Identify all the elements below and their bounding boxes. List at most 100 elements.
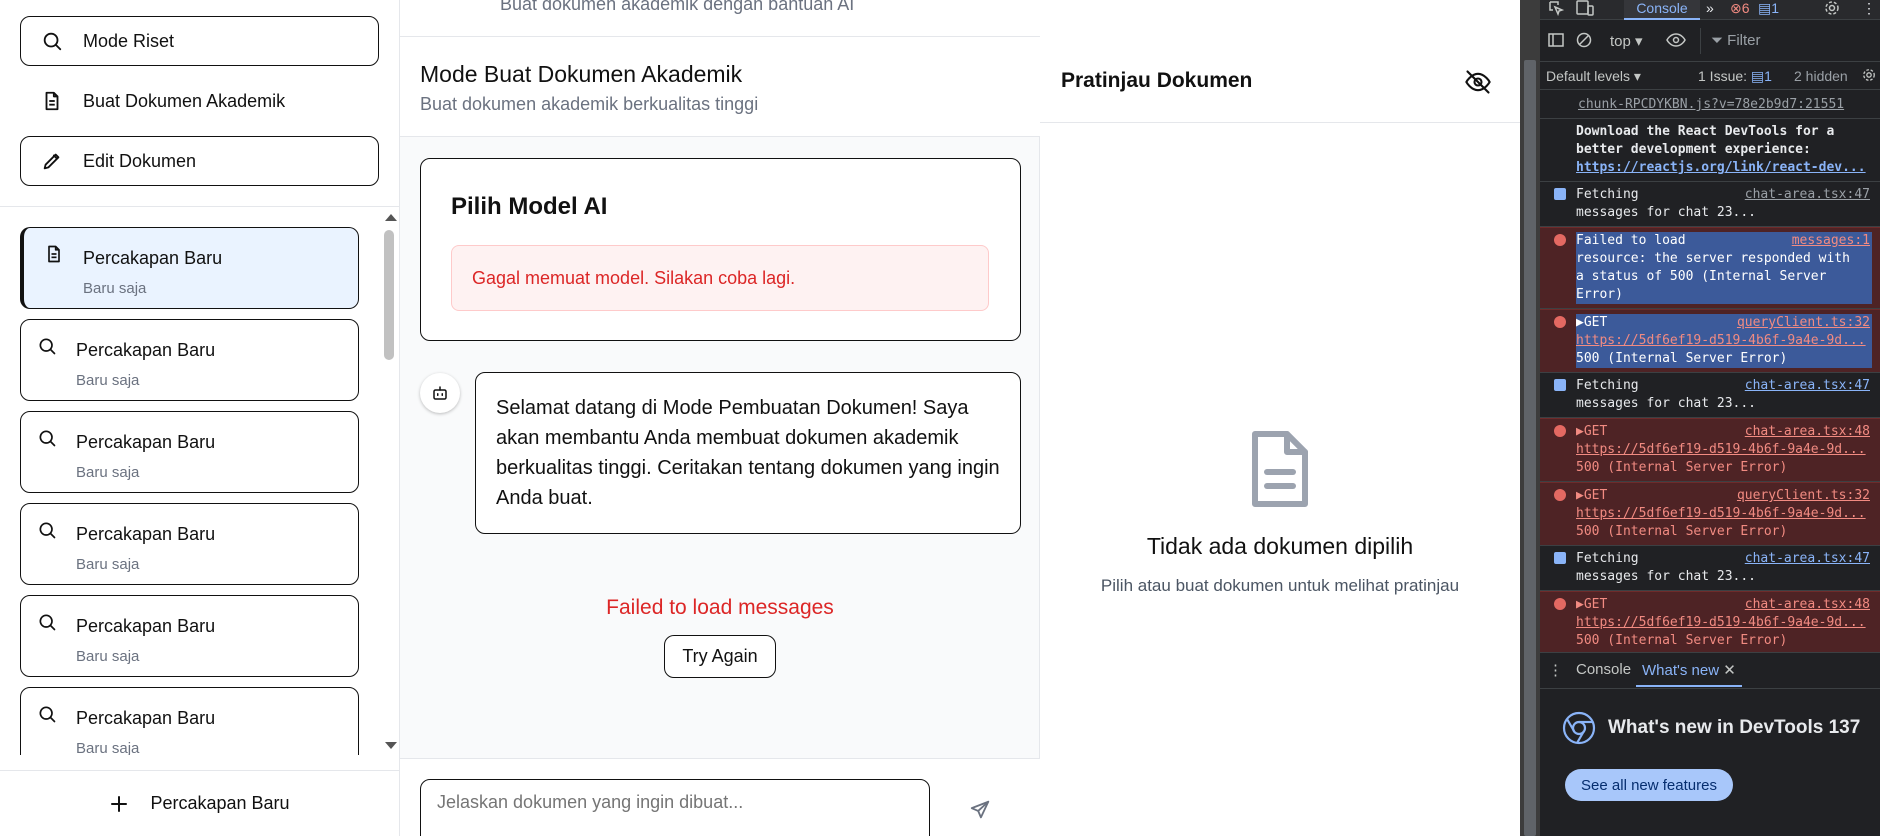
mode-research-button[interactable]: Mode Riset	[20, 16, 379, 66]
error-count-badge[interactable]: ⊗6	[1730, 0, 1750, 17]
chat-item-time: Baru saja	[76, 648, 140, 665]
log-link[interactable]: https://reactjs.org/link/react-dev...	[1576, 159, 1872, 177]
message-count: 1	[1771, 0, 1780, 16]
drawer-tabbar: ⋮ Console What's new ✕	[1540, 653, 1880, 689]
filter-input[interactable]: ⏷ Filter	[1700, 28, 1876, 54]
chat-item-time: Baru saja	[76, 372, 140, 389]
error-count: 6	[1741, 0, 1750, 16]
log-source-link[interactable]: chat-area.tsx:48	[1745, 423, 1870, 441]
file-text-icon	[44, 244, 64, 264]
kebab-menu-icon[interactable]: ⋮	[1862, 0, 1876, 17]
chat-list-scrollbar[interactable]	[380, 210, 398, 755]
new-chat-label: Percakapan Baru	[150, 793, 290, 813]
close-icon[interactable]: ✕	[1723, 662, 1736, 679]
chat-item[interactable]: Percakapan Baru Baru saja	[20, 595, 359, 677]
message-count-badge[interactable]: ▤1	[1758, 0, 1779, 17]
mode-create-document-button[interactable]: Buat Dokumen Akademik	[20, 76, 379, 126]
more-tabs-icon[interactable]: »	[1706, 0, 1714, 16]
eye-off-icon[interactable]	[1464, 68, 1492, 96]
page-subtitle: Buat dokumen akademik berkualitas tinggi	[420, 94, 759, 114]
chat-item[interactable]: Percakapan Baru Baru saja	[20, 503, 359, 585]
console-toolbar-levels: Default levels ▾ 1 Issue: ▤1 2 hidden	[1540, 62, 1880, 90]
scroll-down-arrow-icon[interactable]	[385, 742, 397, 749]
file-text-icon	[41, 90, 63, 112]
send-button[interactable]	[965, 795, 995, 825]
new-chat-button[interactable]: Percakapan Baru	[0, 770, 400, 836]
mode-edit-document-label: Edit Dokumen	[83, 150, 197, 171]
log-source-link[interactable]: chat-area.tsx:47	[1745, 377, 1870, 395]
info-icon	[1554, 188, 1566, 200]
log-link[interactable]: https://5df6ef19-d519-4b6f-9a4e-9d...	[1576, 441, 1872, 459]
filter-placeholder: Filter	[1727, 32, 1761, 49]
log-tail: 500 (Internal Server Error)	[1576, 524, 1788, 539]
log-entry-info: Fetching messages for chat 23... chat-are…	[1540, 546, 1880, 591]
chat-item-active[interactable]: Percakapan Baru Baru saja	[20, 227, 359, 309]
sidebar-toggle-icon[interactable]	[1548, 32, 1564, 48]
issues-label: 1 Issue:	[1698, 68, 1748, 84]
model-select-card: Pilih Model AI Gagal memuat model. Silak…	[420, 158, 1021, 341]
clear-console-icon[interactable]	[1576, 32, 1592, 48]
log-entry-error: ▶GET https://5df6ef19-d519-4b6f-9a4e-9d..…	[1540, 482, 1880, 546]
chat-item-time: Baru saja	[76, 556, 140, 573]
devtools-resize-bar[interactable]	[1520, 0, 1540, 836]
info-icon	[1554, 379, 1566, 391]
error-icon	[1554, 598, 1566, 610]
log-link[interactable]: https://5df6ef19-d519-4b6f-9a4e-9d...	[1576, 505, 1872, 523]
log-entry-info: Fetching messages for chat 23... chat-are…	[1540, 373, 1880, 418]
try-again-button[interactable]: Try Again	[664, 635, 776, 678]
chat-item[interactable]: Percakapan Baru Baru saja	[20, 411, 359, 493]
model-error-alert: Gagal memuat model. Silakan coba lagi.	[451, 245, 989, 311]
log-source-link[interactable]: chat-area.tsx:47	[1745, 186, 1870, 204]
devtools-panel: Console » ⊗6 ▤1 ⋮ top ▾ ⏷ Filter Default…	[1520, 0, 1880, 836]
chat-item-title: Percakapan Baru	[76, 524, 216, 544]
drawer-menu-icon[interactable]: ⋮	[1548, 661, 1563, 679]
device-toggle-icon[interactable]	[1576, 0, 1594, 16]
issues-link[interactable]: 1 Issue: ▤1	[1698, 68, 1772, 85]
mode-edit-document-button[interactable]: Edit Dokumen	[20, 136, 379, 186]
log-link[interactable]: https://5df6ef19-d519-4b6f-9a4e-9d...	[1576, 332, 1872, 350]
devtools-drawer: ⋮ Console What's new ✕ What's new in Dev…	[1540, 652, 1880, 836]
bot-icon	[431, 384, 449, 402]
log-source-link[interactable]: chat-area.tsx:47	[1745, 550, 1870, 568]
error-icon	[1554, 489, 1566, 501]
log-source-link[interactable]: messages:1	[1792, 232, 1870, 250]
devtools-resize-handle[interactable]	[1524, 60, 1536, 836]
top-strip: Buat dokumen akademik dengan bantuan AI	[400, 0, 1040, 37]
log-tail: 500 (Internal Server Error)	[1576, 460, 1788, 475]
mode-create-document-label: Buat Dokumen Akademik	[83, 90, 286, 111]
chat-item[interactable]: Percakapan Baru Baru saja	[20, 319, 359, 401]
eye-icon[interactable]	[1666, 32, 1686, 48]
chat-item-title: Percakapan Baru	[76, 340, 216, 360]
load-error-text: Failed to load messages	[606, 596, 834, 619]
log-source-link[interactable]: chat-area.tsx:48	[1745, 596, 1870, 614]
chat-item-title: Percakapan Baru	[76, 432, 216, 452]
top-strip-text: Buat dokumen akademik dengan bantuan AI	[500, 0, 855, 14]
drawer-tab-console[interactable]: Console	[1576, 661, 1631, 678]
drawer-tab-whatsnew[interactable]: What's new ✕	[1636, 653, 1742, 687]
info-icon	[1554, 552, 1566, 564]
context-select[interactable]: top ▾	[1610, 32, 1643, 50]
scroll-up-arrow-icon[interactable]	[385, 214, 397, 221]
log-tail: 500 (Internal Server Error)	[1576, 633, 1788, 648]
gear-icon[interactable]	[1824, 0, 1840, 16]
inspect-icon[interactable]	[1548, 0, 1564, 16]
tab-console[interactable]: Console	[1624, 0, 1700, 20]
log-text[interactable]: chunk-RPCDYKBN.js?v=78e2b9d7:21551	[1578, 97, 1844, 112]
chrome-devtools-logo-icon	[1562, 711, 1596, 745]
log-source-link[interactable]: queryClient.ts:32	[1737, 314, 1870, 332]
log-source-link[interactable]: queryClient.ts:32	[1737, 487, 1870, 505]
log-entry: chunk-RPCDYKBN.js?v=78e2b9d7:21551	[1540, 92, 1880, 119]
log-link[interactable]: https://5df6ef19-d519-4b6f-9a4e-9d...	[1576, 614, 1872, 632]
chat-input[interactable]	[420, 779, 930, 836]
scrollbar-thumb[interactable]	[384, 230, 394, 360]
log-levels-select[interactable]: Default levels ▾	[1546, 68, 1641, 85]
search-icon	[37, 336, 57, 356]
log-text: Download the React DevTools for a better…	[1576, 124, 1835, 157]
chat-item[interactable]: Percakapan Baru Baru saja	[20, 687, 359, 755]
document-preview-panel: Pratinjau Dokumen Tidak ada dokumen dipi…	[1040, 0, 1520, 836]
log-entry-error: ▶GET https://5df6ef19-d519-4b6f-9a4e-9d..…	[1540, 418, 1880, 482]
bot-avatar	[420, 373, 460, 413]
see-all-features-button[interactable]: See all new features	[1565, 769, 1733, 801]
console-settings-icon[interactable]	[1862, 68, 1876, 82]
log-entry: Download the React DevTools for a better…	[1540, 119, 1880, 182]
